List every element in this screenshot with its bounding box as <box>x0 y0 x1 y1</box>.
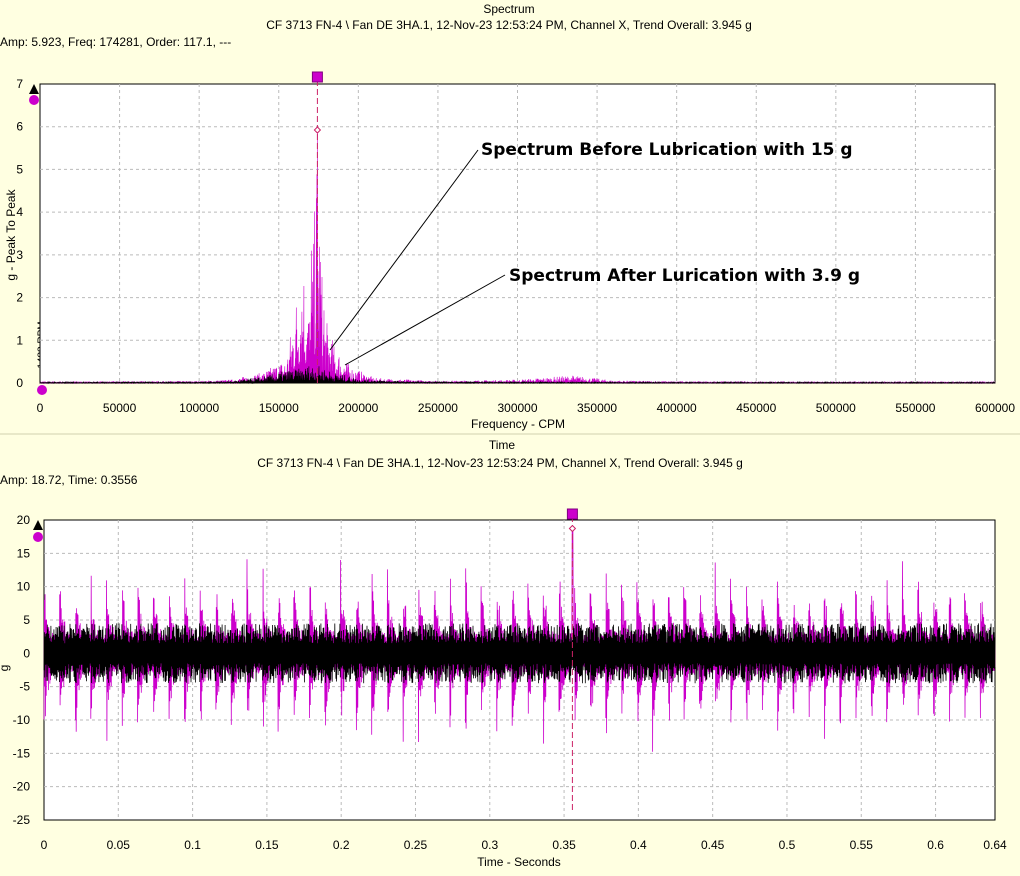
time-y-scale-arrow-icon[interactable] <box>33 520 43 530</box>
spectrum-x-tick-label: 0 <box>37 401 44 415</box>
spectrum-x-tick-label: 100000 <box>179 401 219 415</box>
time-x-tick-label: 0.25 <box>404 838 428 852</box>
time-x-tick-label: 0.55 <box>850 838 874 852</box>
spectrum-x-scale-handle-icon[interactable] <box>37 385 47 395</box>
spectrum-x-tick-label: 600000 <box>975 401 1015 415</box>
time-x-tick-label: 0.4 <box>630 838 647 852</box>
spectrum-y-tick-label: 7 <box>16 77 23 91</box>
annotation-after: Spectrum After Lurication with 3.9 g <box>509 266 860 286</box>
spectrum-x-tick-label: 350000 <box>577 401 617 415</box>
spectrum-x-tick-label: 450000 <box>736 401 776 415</box>
spectrum-x-tick-label: 150000 <box>259 401 299 415</box>
spectrum-y-tick-label: 4 <box>16 205 23 219</box>
time-y-tick-label: -10 <box>13 713 31 727</box>
time-y-tick-label: -25 <box>13 813 31 827</box>
spectrum-y-scale-handle-icon[interactable] <box>29 95 39 105</box>
time-x-tick-label: 0.1 <box>184 838 201 852</box>
spectrum-y-tick-label: 2 <box>16 291 23 305</box>
time-x-tick-label: 0.2 <box>333 838 350 852</box>
time-y-tick-label: 20 <box>17 513 31 527</box>
time-y-scale-handle-icon[interactable] <box>33 532 43 542</box>
spectrum-x-tick-label: 200000 <box>338 401 378 415</box>
time-y-tick-label: -15 <box>13 746 31 760</box>
spectrum-x-tick-label: 300000 <box>497 401 537 415</box>
time-x-tick-label: 0.3 <box>481 838 498 852</box>
time-x-tick-label: 0.64 <box>983 838 1007 852</box>
spectrum-y-scale-arrow-icon[interactable] <box>29 84 39 94</box>
time-y-tick-label: 10 <box>17 580 31 594</box>
time-x-tick-label: 0 <box>41 838 48 852</box>
spectrum-x-tick-label: 50000 <box>103 401 137 415</box>
spectrum-x-tick-label: 250000 <box>418 401 458 415</box>
time-x-tick-label: 0.6 <box>927 838 944 852</box>
spectrum-x-tick-label: 550000 <box>895 401 935 415</box>
spectrum-cursor-handle-icon[interactable] <box>311 71 323 83</box>
annotation-before: Spectrum Before Lubrication with 15 g <box>481 140 853 160</box>
panel-separator <box>0 433 1020 435</box>
spectrum-y-tick-label: 3 <box>16 248 23 262</box>
time-x-tick-label: 0.5 <box>779 838 796 852</box>
time-x-tick-label: 0.45 <box>701 838 725 852</box>
charts-canvas: 0 50000 100000 150000 200000 250000 300000 3500… <box>0 71 1020 852</box>
spectrum-y-tick-label: 6 <box>16 120 23 134</box>
time-y-tick-label: 15 <box>17 546 31 560</box>
spectrum-y-tick-label: 0 <box>16 376 23 390</box>
time-x-tick-label: 0.35 <box>552 838 576 852</box>
spectrum-y-tick-label: 5 <box>16 162 23 176</box>
time-y-tick-label: 0 <box>23 646 30 660</box>
time-cursor-handle-icon[interactable] <box>566 508 578 520</box>
spectrum-y-tick-label: 1 <box>16 333 23 347</box>
time-y-tick-label: -5 <box>19 680 30 694</box>
spectrum-x-tick-label: 500000 <box>816 401 856 415</box>
time-y-tick-label: 5 <box>23 613 30 627</box>
time-x-tick-label: 0.15 <box>255 838 279 852</box>
spectrum-x-tick-label: 400000 <box>657 401 697 415</box>
time-y-tick-label: -20 <box>13 780 31 794</box>
time-x-tick-label: 0.05 <box>107 838 131 852</box>
